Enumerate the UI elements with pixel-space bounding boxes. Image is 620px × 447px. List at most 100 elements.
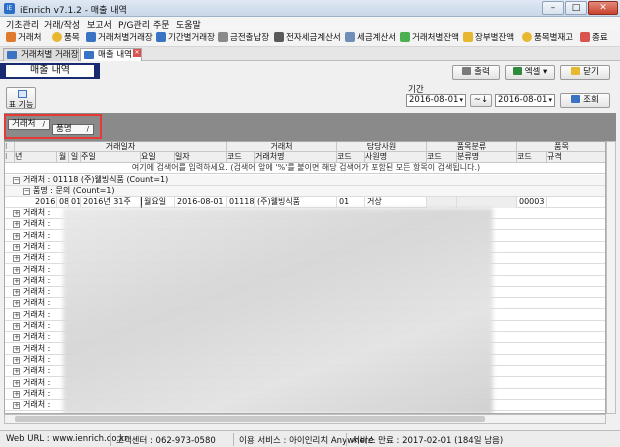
group-label: 거래처 : <box>23 287 51 297</box>
chevron-down-icon: ▾ <box>548 96 552 104</box>
expand-icon[interactable]: + <box>13 334 20 342</box>
horizontal-scrollbar[interactable] <box>4 414 606 424</box>
expand-icon[interactable]: + <box>13 323 20 330</box>
cell-employee-name: 거상 <box>365 197 427 208</box>
toolbar-customer-ledger[interactable]: 거래처별거래장 <box>86 32 153 45</box>
scroll-thumb[interactable] <box>15 416 485 422</box>
expand-icon[interactable]: + <box>13 289 20 297</box>
group-highlight-box <box>4 114 102 139</box>
tab-customer-ledger[interactable]: 거래처별 거래장 <box>3 48 79 61</box>
col-item-spec[interactable]: 규격 <box>547 152 605 163</box>
group-label: 거래처 : <box>23 253 51 263</box>
col-weekday[interactable]: 요일 <box>141 152 175 163</box>
tab-icon <box>84 51 94 59</box>
expand-icon[interactable]: + <box>13 221 20 229</box>
tab-close-icon[interactable]: ✕ <box>133 49 141 57</box>
group-label: 거래처 : <box>23 354 51 364</box>
toolbar-tax-invoice[interactable]: 세금계산서 <box>345 32 396 45</box>
expand-icon[interactable]: + <box>13 390 20 398</box>
date-to-field[interactable]: 2016-08-01 ▾ <box>495 94 555 107</box>
group-label: 거래처 : <box>23 241 51 251</box>
toolbar-customer-balance[interactable]: 거래처별잔액 <box>400 32 459 45</box>
expand-icon[interactable]: + <box>13 210 20 217</box>
toolbar-item-stock[interactable]: 품목별재고 <box>522 32 573 45</box>
band-header-employee: 담당사원 <box>337 142 427 152</box>
col-item-code[interactable]: 코드 <box>517 152 547 163</box>
group-label: 거래처 : <box>23 343 51 353</box>
group-label: 거래처 : <box>23 219 51 229</box>
toolbar-e-tax-invoice[interactable]: 전자세금계산서 <box>274 32 341 45</box>
tab-bar: 거래처별 거래장 매출 내역 ✕ <box>0 47 620 61</box>
expand-icon[interactable]: + <box>13 368 20 376</box>
expand-icon[interactable]: + <box>13 379 20 387</box>
expand-icon[interactable]: + <box>13 255 20 263</box>
col-month[interactable]: 월 <box>57 152 69 163</box>
toolbar-period-ledger[interactable]: 기간별거래장 <box>156 32 215 45</box>
toolbar-book-balance[interactable]: 장부별잔액 <box>463 32 514 45</box>
cell-employee-code: 01 <box>337 197 365 208</box>
expand-icon[interactable]: + <box>13 402 20 410</box>
cell-item-code: 00003 <box>517 197 547 208</box>
cell-week: 2016년 31주 <box>81 197 141 208</box>
expand-icon[interactable]: + <box>13 356 20 364</box>
vertical-scrollbar[interactable] <box>606 141 616 414</box>
table-row[interactable]: 2016 08 01 2016년 31주 월요일 2016-08-01 0111… <box>5 197 605 208</box>
excel-button[interactable]: 엑셀 ▾ <box>505 65 555 80</box>
group-row[interactable]: − 거래처 : 01118 (주)웰빙식품 (Count=1) <box>5 175 605 186</box>
expand-icon[interactable]: + <box>13 311 20 319</box>
expand-icon[interactable]: + <box>13 345 20 353</box>
period-preset-button[interactable]: ~↓ <box>470 94 492 107</box>
search-filter-row[interactable]: 여기에 검색어를 입력하세요. (검색어 앞에 '%'를 붙이면 해당 검색어가… <box>5 163 605 174</box>
invoice-icon <box>345 32 355 42</box>
toolbar-exit[interactable]: 종료 <box>580 32 608 45</box>
maximize-button[interactable]: □ <box>565 1 587 15</box>
col-class-name[interactable]: 분류명 <box>457 152 517 163</box>
col-day[interactable]: 일 <box>69 152 81 163</box>
expand-icon[interactable]: + <box>13 243 20 251</box>
expand-icon[interactable]: + <box>13 232 20 240</box>
col-year[interactable]: 년 <box>15 152 57 163</box>
tab-icon <box>7 51 17 59</box>
sub-group-row[interactable]: − 품명 : 문의 (Count=1) <box>5 186 605 197</box>
col-date[interactable]: 일자 <box>175 152 227 163</box>
minimize-button[interactable]: – <box>542 1 564 15</box>
table-function-button[interactable]: 표 기능 <box>6 87 36 109</box>
printer-icon <box>462 67 472 75</box>
toolbar-cashbook[interactable]: 금전출납장 <box>218 32 269 45</box>
print-button[interactable]: 출력 <box>452 65 500 80</box>
close-button[interactable]: 닫기 <box>560 65 610 80</box>
col-customer-code[interactable]: 코드 <box>227 152 255 163</box>
cell-item-spec <box>547 197 605 208</box>
ledger-icon <box>156 32 166 42</box>
toolbar-item[interactable]: 품목 <box>52 32 80 45</box>
col-employee-code[interactable]: 코드 <box>337 152 365 163</box>
col-employee-name[interactable]: 사원명 <box>365 152 427 163</box>
data-grid[interactable]: ⁝ 거래일자 거래처 담당사원 품목분류 품목 ⁝ 년 월 일 주일 요일 일자… <box>4 141 606 414</box>
exit-icon <box>571 67 581 75</box>
group-label: 거래처 : <box>23 298 51 308</box>
cell-class-name <box>457 197 517 208</box>
search-button[interactable]: 조회 <box>560 93 610 108</box>
collapse-icon[interactable]: − <box>13 177 20 184</box>
cell-customer-name: (주)웰빙식품 <box>255 197 337 208</box>
group-label: 거래처 : <box>23 264 51 274</box>
expand-icon[interactable]: + <box>13 300 20 308</box>
app-icon: iE <box>4 3 15 14</box>
toolbar-customer[interactable]: 거래처 <box>6 32 41 45</box>
group-label: 거래처 : <box>23 366 51 376</box>
col-class-code[interactable]: 코드 <box>427 152 457 163</box>
table-icon <box>18 90 27 98</box>
grid-corner-2: ⁝ <box>5 152 15 163</box>
date-from-field[interactable]: 2016-08-01 ▾ <box>406 94 466 107</box>
close-window-button[interactable]: ✕ <box>588 1 618 15</box>
col-customer-name[interactable]: 거래처명 <box>255 152 337 163</box>
group-label: 거래처 : <box>23 388 51 398</box>
stock-icon <box>522 32 532 42</box>
col-week[interactable]: 주일 <box>81 152 141 163</box>
cell-month: 08 <box>59 197 69 208</box>
menu-bar: 기초관리 거래/작성 보고서 P/G관리 주문 도움말 <box>0 17 620 31</box>
expand-icon[interactable]: + <box>13 266 20 274</box>
cell-customer-code: 01118 <box>229 197 255 208</box>
collapse-icon[interactable]: − <box>23 188 30 195</box>
expand-icon[interactable]: + <box>13 277 20 285</box>
